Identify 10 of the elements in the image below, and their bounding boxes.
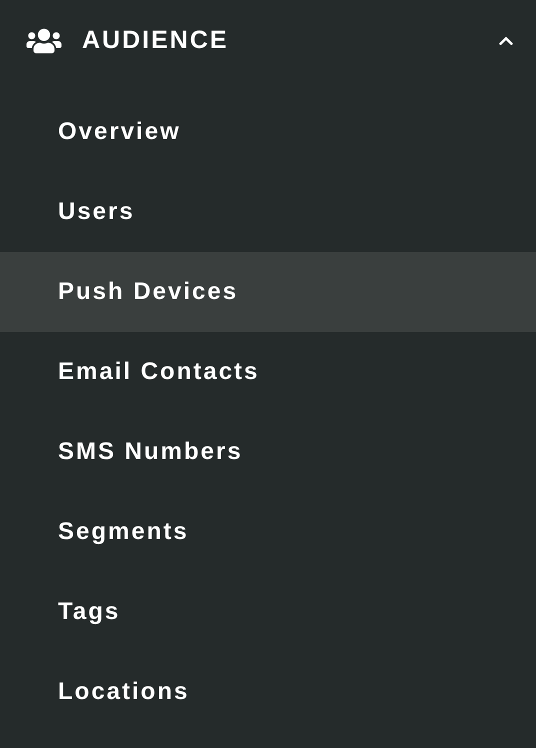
nav-item[interactable]: Push Devices <box>0 252 536 332</box>
nav-item[interactable]: SMS Numbers <box>0 412 536 492</box>
section-header[interactable]: AUDIENCE <box>0 0 536 82</box>
nav-item[interactable]: Email Contacts <box>0 332 536 412</box>
nav-item[interactable]: Overview <box>0 92 536 172</box>
nav-item[interactable]: Users <box>0 172 536 252</box>
nav-item[interactable]: Locations <box>0 652 536 732</box>
nav-item[interactable]: Segments <box>0 492 536 572</box>
users-icon <box>26 27 62 55</box>
nav-item[interactable]: Tags <box>0 572 536 652</box>
